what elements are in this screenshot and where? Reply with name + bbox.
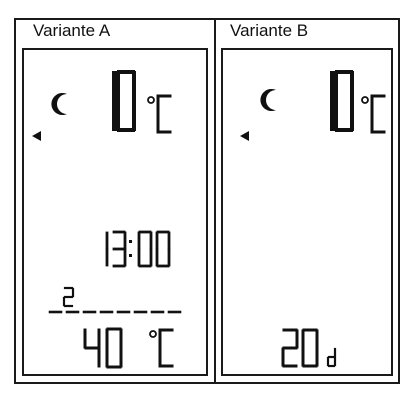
time-digit-a-3 [137,230,153,268]
temp-unit-b: °C [361,94,386,134]
time-colon-a [129,240,132,243]
setpoint-digit-a-1 [105,327,123,369]
moon-icon-b [260,89,276,111]
duration-digit-b-1 [301,328,319,368]
temp-digit-b-1 [334,70,354,132]
down-arrow-icon-a [32,131,41,141]
time-digit-a-1 [112,230,127,268]
lcd-segments: °C °C °C [32,70,386,369]
duration-digit-b-0 [281,328,299,368]
bar-level-digit-a [62,286,75,308]
setpoint-digit-a-0 [83,328,101,368]
time-colon-a [129,254,132,257]
duration-unit-b [326,347,337,368]
setpoint-unit-a: °C [149,328,174,368]
down-arrow-icon-b [240,131,249,141]
time-digit-a-4 [155,230,171,268]
temp-unit-a: °C [147,94,172,134]
temp-digit-a-1 [116,70,136,132]
moon-icon-a [51,93,67,115]
